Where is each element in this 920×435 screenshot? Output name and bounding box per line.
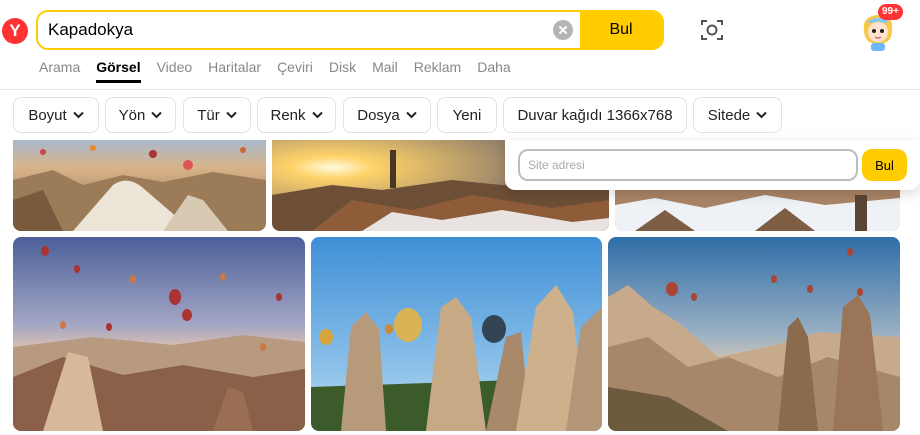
- filter-yeni[interactable]: Yeni: [437, 97, 497, 133]
- filter-label: Boyut: [28, 106, 67, 124]
- site-address-input[interactable]: [518, 149, 858, 181]
- image-result[interactable]: [13, 237, 305, 431]
- fairy-chimneys-photo: [311, 237, 602, 431]
- clear-search-button[interactable]: [553, 20, 573, 40]
- filter-boyut[interactable]: Boyut: [13, 97, 99, 133]
- image-result[interactable]: [311, 237, 602, 431]
- tab-disk[interactable]: Disk: [329, 59, 356, 83]
- tab-ceviri[interactable]: Çeviri: [277, 59, 313, 83]
- camera-search-icon[interactable]: [699, 17, 725, 43]
- chevron-down-icon: [756, 111, 767, 119]
- tab-reklam[interactable]: Reklam: [414, 59, 461, 83]
- cappadocia-winter-photo: [615, 190, 900, 231]
- image-result[interactable]: [608, 237, 900, 431]
- yandex-logo[interactable]: Y: [2, 18, 28, 44]
- logo-letter: Y: [9, 21, 21, 40]
- cappadocia-photo: [13, 140, 266, 231]
- filter-label: Yön: [118, 106, 146, 124]
- filter-bar: Boyut Yön Tür Renk Dosya Yeni Duvar kağı…: [0, 90, 920, 140]
- filter-label: Yeni: [452, 106, 482, 124]
- tab-gorsel[interactable]: Görsel: [96, 59, 141, 83]
- filter-label: Dosya: [357, 106, 400, 124]
- chevron-down-icon: [72, 111, 84, 119]
- filter-duvar-kagidi[interactable]: Duvar kağıdı 1366x768: [503, 97, 687, 133]
- notification-badge: 99+: [878, 4, 903, 20]
- filter-renk[interactable]: Renk: [257, 97, 336, 133]
- header: Y Bul 99+ Arama Görsel Video Haritalar Ç…: [0, 0, 920, 90]
- tab-arama[interactable]: Arama: [39, 59, 80, 83]
- tab-video[interactable]: Video: [157, 59, 193, 83]
- service-tabs: Arama Görsel Video Haritalar Çeviri Disk…: [39, 59, 527, 83]
- filter-yon[interactable]: Yön: [105, 97, 176, 133]
- chevron-down-icon: [151, 111, 163, 119]
- search-box: Bul: [36, 10, 664, 50]
- chevron-down-icon: [311, 111, 323, 119]
- search-button[interactable]: Bul: [580, 12, 662, 48]
- tab-haritalar[interactable]: Haritalar: [208, 59, 261, 83]
- chevron-down-icon: [226, 111, 237, 119]
- tab-daha[interactable]: Daha: [477, 59, 510, 83]
- filter-label: Duvar kağıdı 1366x768: [517, 106, 673, 124]
- image-result[interactable]: [615, 190, 900, 231]
- cappadocia-balloons-photo: [13, 237, 305, 431]
- tab-mail[interactable]: Mail: [372, 59, 398, 83]
- image-result[interactable]: [13, 140, 266, 231]
- filter-label: Sitede: [707, 106, 751, 124]
- filter-dosya[interactable]: Dosya: [343, 97, 431, 133]
- search-input[interactable]: [48, 12, 548, 48]
- cappadocia-valley-photo: [608, 237, 900, 431]
- chevron-down-icon: [406, 111, 417, 119]
- site-filter-popover: Bul: [505, 140, 920, 190]
- filter-label: Tür: [197, 106, 220, 124]
- site-search-button[interactable]: Bul: [862, 149, 907, 181]
- filter-sitede[interactable]: Sitede: [693, 97, 782, 133]
- filter-label: Renk: [270, 106, 306, 124]
- filter-tur[interactable]: Tür: [183, 97, 251, 133]
